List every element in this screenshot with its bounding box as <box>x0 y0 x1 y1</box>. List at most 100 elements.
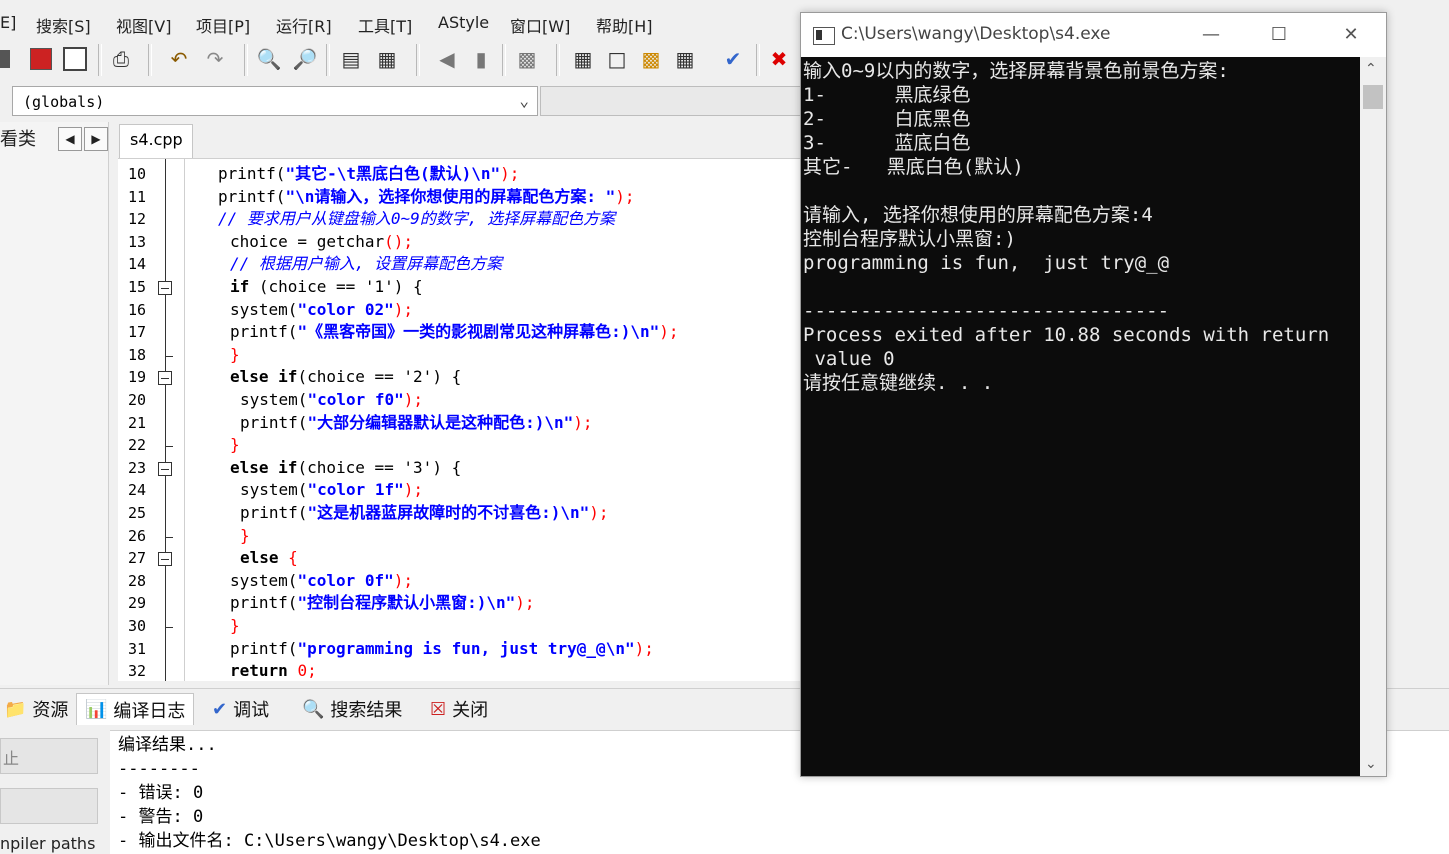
code-token-fn: (choice == <box>297 367 404 387</box>
search-icon: 🔍 <box>302 698 325 720</box>
bookmark-icon[interactable]: ◀ <box>434 46 460 72</box>
fold-toggle[interactable] <box>158 552 172 567</box>
code-editor[interactable]: 10 11 12 13 14 15 16 17 18 19 20 21 22 23 24 25 26 27 28 29… <box>118 158 801 681</box>
function-dropdown[interactable] <box>540 86 802 116</box>
abort-compile-button[interactable]: 止 <box>0 738 98 774</box>
console-line: 其它- 黑底白色(默认) <box>803 156 1024 178</box>
code-line[interactable]: system("color 02"); <box>230 299 413 321</box>
fold-toggle[interactable] <box>158 461 172 476</box>
code-line[interactable]: printf("《黑客帝国》一类的影视剧常见这种屏幕色:)\n"); <box>230 321 679 343</box>
code-token-fn: printf( <box>230 638 298 658</box>
console-title-bar[interactable]: C:\Users\wangy\Desktop\s4.exe — ☐ ✕ <box>801 13 1386 57</box>
console-scrollbar[interactable]: ⌃ ⌄ <box>1360 57 1386 776</box>
chevron-down-icon[interactable]: ⌄ <box>519 91 529 110</box>
code-line[interactable]: if (choice == '1') { <box>230 276 423 298</box>
menu-window[interactable]: 窗口[W] <box>510 13 570 37</box>
code-line[interactable]: system("color 1f"); <box>240 479 423 501</box>
compile-icon[interactable] <box>0 46 12 72</box>
code-line[interactable]: // 根据用户输入, 设置屏幕配色方案 <box>230 253 502 275</box>
menu-view[interactable]: 视图[V] <box>116 13 171 37</box>
globals-dropdown[interactable]: (globals) ⌄ <box>12 86 538 116</box>
code-line[interactable]: choice = getchar(); <box>230 231 413 253</box>
code-line[interactable]: } <box>240 525 250 547</box>
menu-run[interactable]: 运行[R] <box>276 13 332 37</box>
indent-icon[interactable]: ▤ <box>338 46 364 72</box>
line-number: 24 <box>128 481 147 500</box>
stop-icon[interactable] <box>28 46 54 72</box>
file-tab-s4[interactable]: s4.cpp <box>119 124 193 158</box>
unindent-icon[interactable]: ▦ <box>374 46 400 72</box>
code-line[interactable]: } <box>230 434 240 456</box>
tab-search-results[interactable]: 🔍 搜索结果 <box>294 693 410 725</box>
console-output[interactable]: 输入0~9以内的数字，选择屏幕背景色前景色方案: 1- 黑底绿色 2- 白底黑色… <box>801 57 1360 776</box>
code-line[interactable]: system("color f0"); <box>240 389 423 411</box>
console-window[interactable]: C:\Users\wangy\Desktop\s4.exe — ☐ ✕ 输入0~… <box>800 12 1387 777</box>
code-token-num: 0 <box>297 661 308 681</box>
tab-debug[interactable]: ✔ 调试 <box>204 693 277 725</box>
undo-icon[interactable]: ↶ <box>166 46 192 72</box>
line-number: 27 <box>128 549 147 568</box>
find-icon[interactable]: 🔍 <box>256 46 282 72</box>
globals-value: (globals) <box>23 93 105 111</box>
tab-compile-log[interactable]: 📊 编译日志 <box>76 693 195 725</box>
tab-compile-log-label: 编译日志 <box>113 700 186 722</box>
fold-guide <box>165 159 166 681</box>
printer-icon[interactable]: ⎙ <box>108 46 134 72</box>
code-line[interactable]: } <box>230 344 240 366</box>
code-token-pc: ); <box>403 480 424 500</box>
replace-icon[interactable]: 🔎 <box>292 46 318 72</box>
line-number: 13 <box>128 232 147 251</box>
code-line[interactable]: printf("programming is fun, just try@_@\… <box>230 638 654 660</box>
code-token-str: "color 02" <box>297 299 394 319</box>
code-token-kw: if <box>230 277 250 296</box>
code-line[interactable]: // 要求用户从键盘输入0~9的数字, 选择屏幕配色方案 <box>218 208 615 230</box>
code-line[interactable]: printf("其它-\t黑底白色(默认)\n"); <box>218 163 519 185</box>
fold-toggle[interactable] <box>158 281 172 295</box>
code-line[interactable]: printf("这是机器蓝屏故障时的不讨喜色:)\n"); <box>240 502 609 524</box>
menu-astyle[interactable]: AStyle <box>438 13 489 32</box>
goto-bookmark-icon[interactable]: ▮ <box>468 46 494 72</box>
close-icon[interactable]: ✖ <box>766 46 792 72</box>
layout-icon[interactable]: ▦ <box>570 46 596 72</box>
maximize-button[interactable]: ☐ <box>1259 19 1299 51</box>
line-number: 32 <box>128 662 147 681</box>
code-line[interactable]: printf("控制台程序默认小黑窗:)\n"); <box>230 592 535 614</box>
chevron-down-icon[interactable]: ⌄ <box>1365 756 1377 772</box>
code-line[interactable]: return 0; <box>230 660 317 681</box>
tab-close[interactable]: ☒ 关闭 <box>422 693 496 725</box>
grid-icon[interactable]: ▦ <box>672 46 698 72</box>
code-line[interactable]: else { <box>240 547 298 569</box>
code-line[interactable]: printf("\n请输入，选择你想使用的屏幕配色方案: "); <box>218 186 635 208</box>
menu-edit[interactable]: E] <box>0 13 16 32</box>
line-number: 11 <box>128 187 147 206</box>
menu-search[interactable]: 搜索[S] <box>36 13 91 37</box>
toggle-icon[interactable]: ▩ <box>514 46 540 72</box>
code-token-pc: ); <box>500 164 520 183</box>
menu-project[interactable]: 项目[P] <box>196 13 250 37</box>
code-token-fn: ) { <box>432 367 462 387</box>
code-line[interactable]: } <box>230 615 240 637</box>
window-close-button[interactable]: ✕ <box>1331 19 1371 51</box>
window-icon[interactable]: □ <box>604 46 630 72</box>
options-box[interactable] <box>0 788 98 824</box>
tab-prev-button[interactable]: ◀ <box>58 127 82 151</box>
code-line[interactable]: system("color 0f"); <box>230 570 413 592</box>
tab-next-button[interactable]: ▶ <box>84 127 108 151</box>
code-token-fn: printf( <box>230 322 298 342</box>
menu-tools[interactable]: 工具[T] <box>358 13 412 37</box>
check-icon[interactable]: ✔ <box>720 46 746 72</box>
colors-icon[interactable]: ▩ <box>638 46 664 72</box>
redo-icon[interactable]: ↷ <box>202 46 228 72</box>
code-line[interactable]: printf("大部分编辑器默认是这种配色:)\n"); <box>240 412 593 434</box>
code-token-pc: } <box>230 344 240 364</box>
code-line[interactable]: else if(choice == '3') { <box>230 457 461 479</box>
code-line[interactable]: else if(choice == '2') { <box>230 366 461 388</box>
menu-help[interactable]: 帮助[H] <box>596 13 653 37</box>
chevron-up-icon[interactable]: ⌃ <box>1365 61 1377 77</box>
minimize-button[interactable]: — <box>1191 19 1231 51</box>
fold-toggle[interactable] <box>158 371 172 386</box>
tab-resources[interactable]: 📁 资源 <box>0 693 76 725</box>
scroll-thumb[interactable] <box>1363 85 1383 109</box>
class-tab[interactable]: 看类 <box>0 125 36 151</box>
print-icon[interactable] <box>62 46 88 72</box>
